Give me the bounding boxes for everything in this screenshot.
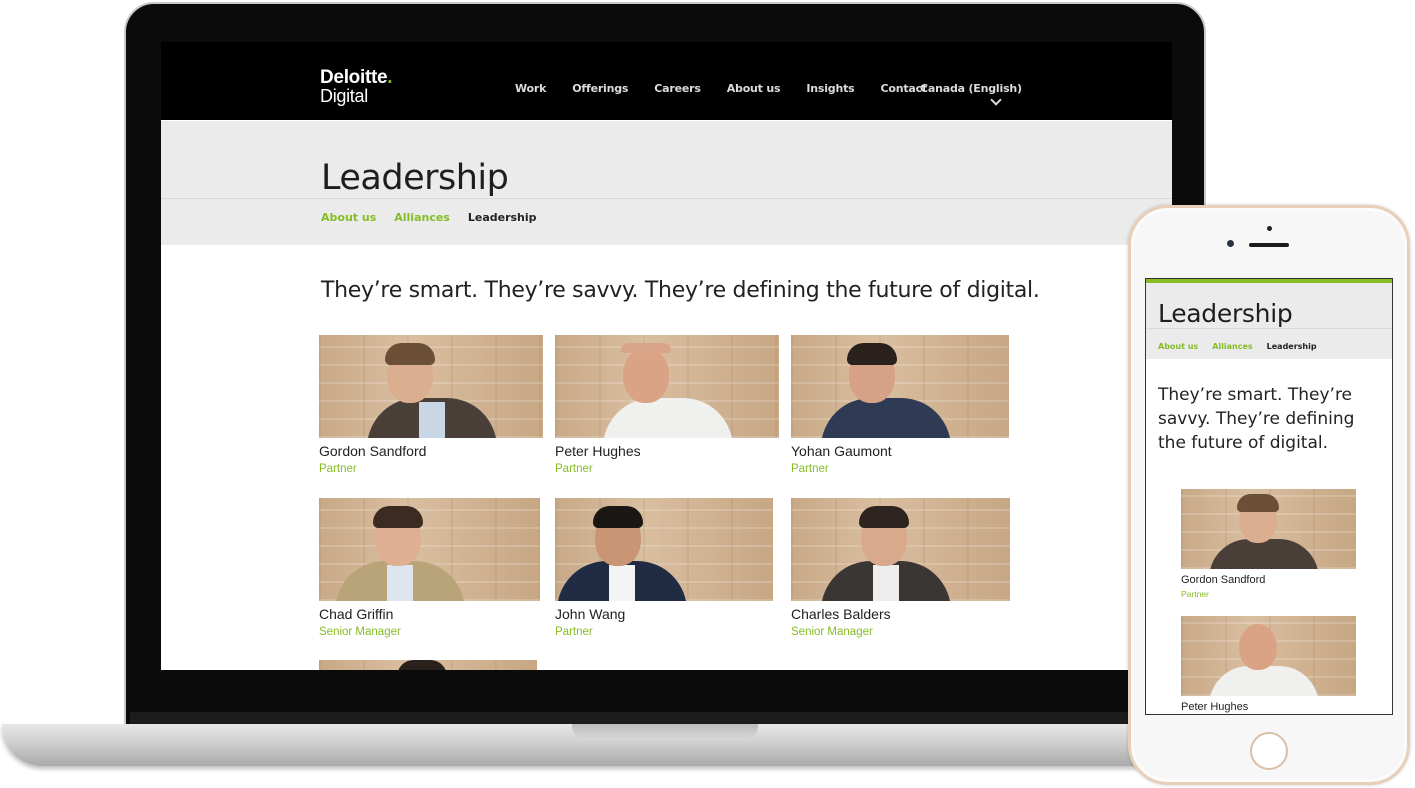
person-role: Partner	[555, 463, 593, 475]
person-name[interactable]: Charles Balders	[791, 606, 1010, 622]
nav-about-us[interactable]: About us	[727, 82, 781, 95]
phone-breadcrumb-leadership: Leadership	[1266, 342, 1317, 351]
person-role: Senior Manager	[791, 626, 873, 638]
laptop-screen: Deloitte. Digital Work Offerings Careers…	[161, 42, 1172, 670]
phone-person-card[interactable]: Peter Hughes	[1181, 616, 1356, 713]
person-card[interactable]: Charles Balders Senior Manager	[791, 498, 1010, 638]
person-role: Partner	[555, 626, 593, 638]
region-selector[interactable]: Canada (English)	[920, 82, 1022, 106]
laptop-notch	[572, 724, 758, 740]
nav-work[interactable]: Work	[515, 82, 546, 95]
phone-header-band: Leadership About us Alliances Leadership	[1146, 283, 1392, 359]
person-card[interactable]: Yohan Gaumont Partner	[791, 335, 1009, 475]
phone-breadcrumb-about-us[interactable]: About us	[1158, 342, 1198, 351]
phone-breadcrumb-alliances[interactable]: Alliances	[1212, 342, 1252, 351]
region-label: Canada (English)	[920, 82, 1022, 95]
logo-wordmark: Deloitte	[320, 67, 388, 88]
page-title: Leadership	[321, 158, 509, 198]
person-photo[interactable]	[319, 660, 537, 670]
logo-subbrand: Digital	[320, 86, 368, 106]
main-nav: Work Offerings Careers About us Insights…	[515, 82, 953, 95]
phone-sensor	[1267, 226, 1272, 231]
phone-page-title: Leadership	[1158, 299, 1293, 328]
home-button[interactable]	[1250, 732, 1288, 770]
person-card[interactable]: Peter Hughes Partner	[555, 335, 779, 475]
person-name[interactable]: Gordon Sandford	[319, 443, 543, 459]
phone-speaker	[1249, 243, 1289, 247]
person-card[interactable]	[319, 660, 537, 670]
person-name[interactable]: Peter Hughes	[1181, 701, 1356, 713]
person-role: Senior Manager	[319, 626, 401, 638]
phone-breadcrumb: About us Alliances Leadership	[1158, 342, 1331, 351]
person-photo[interactable]	[555, 498, 773, 601]
person-card[interactable]: John Wang Partner	[555, 498, 773, 638]
nav-careers[interactable]: Careers	[654, 82, 701, 95]
deloitte-digital-logo[interactable]: Deloitte. Digital	[320, 67, 393, 106]
person-photo[interactable]	[791, 335, 1009, 438]
phone-person-card[interactable]: Gordon Sandford Partner	[1181, 489, 1356, 599]
person-name[interactable]: Peter Hughes	[555, 443, 779, 459]
tagline: They’re smart. They’re savvy. They’re de…	[321, 278, 1040, 303]
site-header: Deloitte. Digital Work Offerings Careers…	[161, 42, 1172, 120]
person-card[interactable]: Chad Griffin Senior Manager	[319, 498, 540, 638]
person-photo[interactable]	[319, 335, 543, 438]
phone-header-divider	[1146, 328, 1392, 329]
nav-offerings[interactable]: Offerings	[572, 82, 628, 95]
header-divider	[161, 198, 1172, 199]
person-name[interactable]: Gordon Sandford	[1181, 574, 1356, 586]
person-photo[interactable]	[555, 335, 779, 438]
person-photo[interactable]	[319, 498, 540, 601]
phone-tagline: They’re smart. They’re savvy. They’re de…	[1158, 385, 1355, 453]
breadcrumb-alliances[interactable]: Alliances	[394, 211, 450, 224]
person-role: Partner	[1181, 589, 1209, 599]
breadcrumb-about-us[interactable]: About us	[321, 211, 376, 224]
person-name[interactable]: Chad Griffin	[319, 606, 540, 622]
person-role: Partner	[319, 463, 357, 475]
breadcrumb-leadership: Leadership	[467, 211, 537, 224]
phone-screen: Leadership About us Alliances Leadership…	[1145, 278, 1393, 715]
person-role: Partner	[791, 463, 829, 475]
person-photo[interactable]	[1181, 616, 1356, 696]
person-photo[interactable]	[791, 498, 1010, 601]
chevron-down-icon	[990, 94, 1002, 106]
phone-camera	[1227, 240, 1234, 247]
logo-dot: .	[387, 67, 393, 88]
laptop-hinge	[130, 712, 1200, 724]
nav-insights[interactable]: Insights	[806, 82, 854, 95]
person-name[interactable]: John Wang	[555, 606, 773, 622]
person-name[interactable]: Yohan Gaumont	[791, 443, 1009, 459]
page-header-band: Leadership About us Alliances Leadership	[161, 121, 1172, 245]
person-card[interactable]: Gordon Sandford Partner	[319, 335, 543, 475]
person-photo[interactable]	[1181, 489, 1356, 569]
breadcrumb: About us Alliances Leadership	[321, 211, 555, 224]
